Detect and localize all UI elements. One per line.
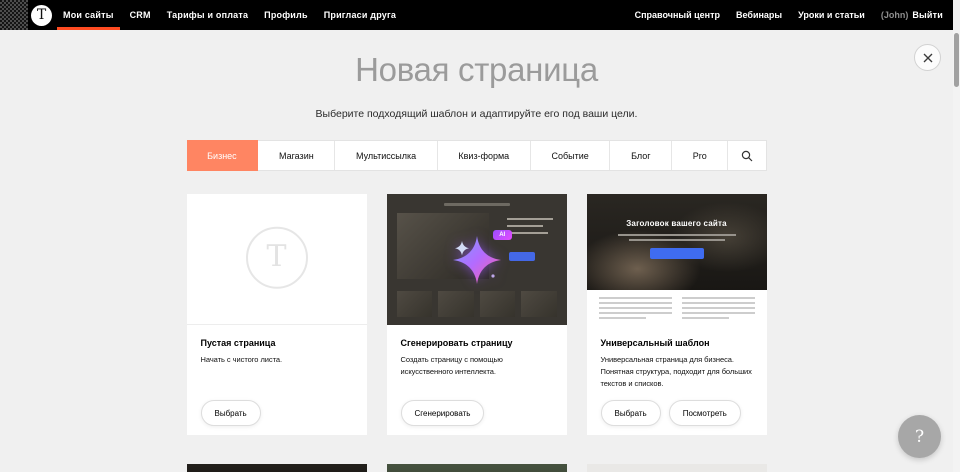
search-icon bbox=[741, 150, 753, 162]
template-cards-grid-row2 bbox=[187, 464, 767, 472]
logout-link[interactable]: Выйти bbox=[909, 10, 951, 20]
nav-webinars[interactable]: Вебинары bbox=[728, 10, 790, 20]
universal-preview-heading: Заголовок вашего сайта bbox=[587, 194, 767, 228]
card-body: Сгенерировать страницу Создать страницу … bbox=[387, 325, 567, 377]
ai-preview-mock-thumbnails bbox=[397, 291, 557, 317]
blank-template-preview[interactable]: T bbox=[187, 194, 367, 325]
tab-multilink[interactable]: Мультиссылка bbox=[335, 141, 437, 170]
universal-preview-text-line bbox=[618, 234, 736, 236]
nav-invite-friend[interactable]: Пригласи друга bbox=[316, 0, 404, 30]
card-actions: Выбрать Посмотреть bbox=[601, 400, 741, 426]
card-title: Пустая страница bbox=[201, 338, 357, 348]
card-actions: Сгенерировать bbox=[401, 400, 485, 426]
universal-preview-hero: Заголовок вашего сайта bbox=[587, 194, 767, 290]
new-page-dialog: Новая страница Выберите подходящий шабло… bbox=[0, 30, 953, 472]
ai-template-preview[interactable]: AI bbox=[387, 194, 567, 325]
select-blank-button[interactable]: Выбрать bbox=[201, 400, 261, 426]
nav-pricing[interactable]: Тарифы и оплата bbox=[159, 0, 256, 30]
template-card-partial-1[interactable] bbox=[187, 464, 367, 472]
nav-crm[interactable]: CRM bbox=[122, 0, 159, 30]
scrollbar[interactable] bbox=[953, 0, 960, 472]
tab-blog[interactable]: Блог bbox=[610, 141, 672, 170]
close-icon bbox=[923, 53, 933, 63]
card-description: Создать страницу с помощью искусственног… bbox=[401, 354, 557, 377]
ai-badge: AI bbox=[493, 230, 512, 240]
template-card-universal: Заголовок вашего сайта Универсальный шаб… bbox=[587, 194, 767, 435]
tab-business[interactable]: Бизнес bbox=[187, 140, 259, 171]
close-button[interactable] bbox=[914, 44, 941, 71]
scrollbar-thumb[interactable] bbox=[954, 33, 959, 87]
template-category-tabs: Бизнес Магазин Мультиссылка Квиз-форма С… bbox=[187, 140, 767, 171]
top-navbar: T Мои сайты CRM Тарифы и оплата Профиль … bbox=[0, 0, 953, 30]
card-body: Пустая страница Начать с чистого листа. bbox=[187, 325, 367, 366]
nav-lessons[interactable]: Уроки и статьи bbox=[790, 10, 873, 20]
tab-shop[interactable]: Магазин bbox=[258, 141, 335, 170]
screen: T Мои сайты CRM Тарифы и оплата Профиль … bbox=[0, 0, 960, 472]
ai-preview-mock-text bbox=[507, 218, 553, 239]
secondary-menu: Справочный центр Вебинары Уроки и статьи… bbox=[627, 0, 951, 30]
user-name: (John) bbox=[873, 10, 910, 20]
card-description: Универсальная страница для бизнеса. Поня… bbox=[601, 354, 757, 389]
ai-sparkle-icon bbox=[449, 232, 505, 288]
template-cards-grid: T Пустая страница Начать с чистого листа… bbox=[187, 194, 767, 435]
template-card-ai: AI Сгенерировать страницу Создать страни… bbox=[387, 194, 567, 435]
generate-button[interactable]: Сгенерировать bbox=[401, 400, 485, 426]
tab-search[interactable] bbox=[728, 141, 765, 170]
template-card-partial-2[interactable] bbox=[387, 464, 567, 472]
template-card-partial-3[interactable] bbox=[587, 464, 767, 472]
preview-universal-button[interactable]: Посмотреть bbox=[669, 400, 741, 426]
tilda-watermark-icon: T bbox=[246, 227, 308, 289]
main-menu: Мои сайты CRM Тарифы и оплата Профиль Пр… bbox=[55, 0, 404, 30]
universal-template-preview[interactable]: Заголовок вашего сайта bbox=[587, 194, 767, 325]
universal-preview-cta-button bbox=[650, 248, 704, 259]
tab-event[interactable]: Событие bbox=[531, 141, 611, 170]
page-subtitle: Выберите подходящий шаблон и адаптируйте… bbox=[0, 108, 953, 120]
universal-preview-text-line bbox=[629, 239, 725, 241]
tab-pro[interactable]: Pro bbox=[672, 141, 728, 170]
card-title: Универсальный шаблон bbox=[601, 338, 757, 348]
nav-help-center[interactable]: Справочный центр bbox=[627, 10, 728, 20]
tilda-logo-letter: T bbox=[37, 8, 46, 22]
card-description: Начать с чистого листа. bbox=[201, 354, 357, 366]
page-title: Новая страница bbox=[0, 52, 953, 88]
card-actions: Выбрать bbox=[201, 400, 261, 426]
nav-profile[interactable]: Профиль bbox=[256, 0, 316, 30]
ai-preview-mock-button bbox=[509, 252, 535, 261]
help-button[interactable]: ? bbox=[898, 415, 941, 458]
card-title: Сгенерировать страницу bbox=[401, 338, 557, 348]
tilda-pattern-logo[interactable] bbox=[0, 0, 28, 30]
template-card-blank: T Пустая страница Начать с чистого листа… bbox=[187, 194, 367, 435]
tab-quiz-form[interactable]: Квиз-форма bbox=[438, 141, 531, 170]
universal-preview-body-text bbox=[587, 290, 767, 325]
card-body: Универсальный шаблон Универсальная стран… bbox=[587, 325, 767, 389]
ai-preview-mock-header bbox=[444, 203, 510, 206]
select-universal-button[interactable]: Выбрать bbox=[601, 400, 661, 426]
nav-my-sites[interactable]: Мои сайты bbox=[55, 0, 122, 30]
tilda-logo[interactable]: T bbox=[31, 5, 52, 26]
